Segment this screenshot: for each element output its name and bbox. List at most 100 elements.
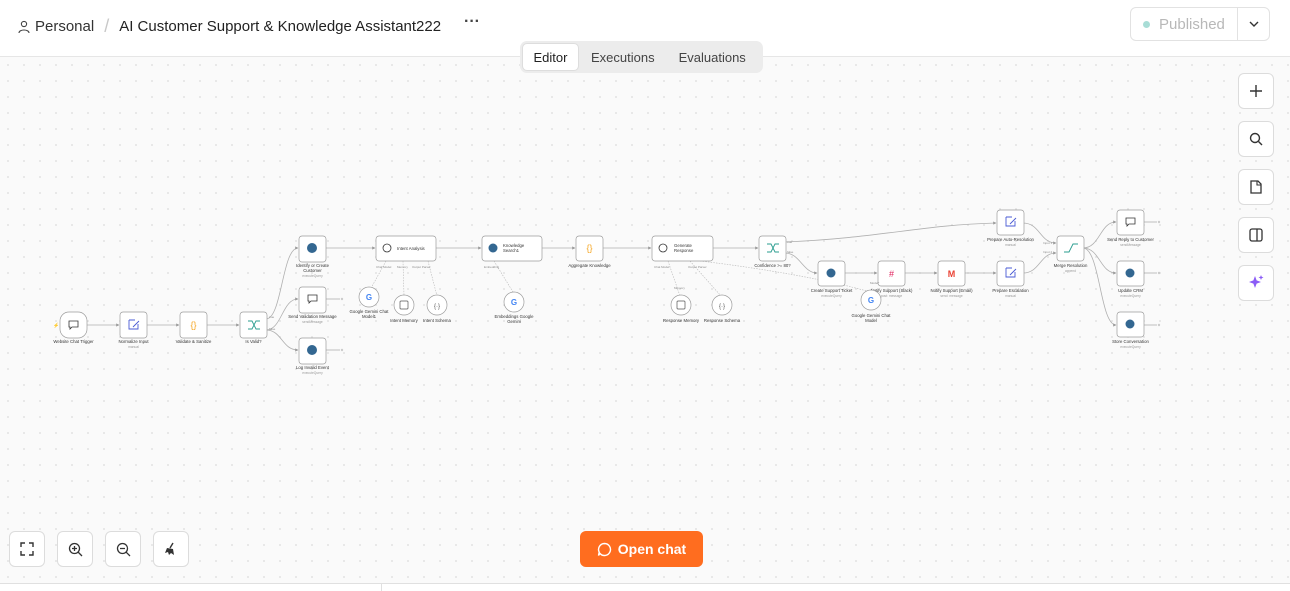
postgres-icon [488,243,498,253]
published-label: Published [1159,15,1225,33]
port-label: Chat Model [654,265,670,269]
node-subtitle: append [1065,269,1076,273]
more-horizontal-icon[interactable]: ··· [462,14,482,34]
node-embeddings-gemini[interactable]: G Embeddings Google Gemini [495,291,535,324]
chat-bubble-icon [597,542,611,556]
node-subtitle: manual [1005,294,1016,298]
zoom-out-button[interactable] [105,531,141,567]
publish-control: Published [1130,7,1270,41]
schema-icon: {·} [719,304,725,310]
node-intent-memory[interactable]: Intent Memory [390,294,419,323]
node-intent-schema[interactable]: {·} Intent Schema [423,294,451,323]
node-send-validation-message[interactable]: Send Validation Message sendMessage [288,286,337,324]
tab-editor[interactable]: Editor [522,43,579,71]
ai-assistant-button[interactable] [1238,265,1274,301]
code-icon: {} [190,320,196,330]
node-label: Intent Memory [390,318,418,323]
person-icon [18,20,30,33]
node-subtitle: executeQuery [1120,294,1141,298]
node-update-crm[interactable]: Update CRM executeQuery [1116,260,1145,298]
fullscreen-icon [20,542,34,556]
node-normalize-input[interactable]: Normalize Input manual [118,311,149,349]
sticky-note-button[interactable] [1238,169,1274,205]
node-prepare-auto-resolution[interactable]: Prepare Auto-Resolution manual [987,209,1035,247]
node-website-chat-trigger[interactable]: Website Chat Trigger [53,311,94,344]
zoom-in-icon [68,542,82,556]
node-label: Website Chat Trigger [53,339,94,344]
node-subtitle: post: message [881,294,903,298]
node-subtitle: manual [1005,243,1016,247]
node-label: Customer [303,268,322,273]
port-label-true: true [269,315,275,319]
breadcrumb-separator: / [104,16,110,36]
publish-dropdown-button[interactable] [1238,8,1269,40]
node-subtitle: executeQuery [1120,345,1141,349]
node-intent-analysis[interactable]: Intent Analysis Chat Model Memory Output… [375,235,437,269]
schema-icon: {·} [434,304,440,310]
node-label: Store Conversation [1112,339,1149,344]
search-icon [1249,132,1263,146]
tab-evaluations[interactable]: Evaluations [667,43,758,71]
workflow-canvas[interactable]: ⚡ Website Chat Trigger Normalize Input m… [0,57,1290,583]
node-generate-response[interactable]: Generate Response Chat Model Memory Outp… [651,235,714,290]
node-is-valid[interactable]: Is Valid? true false [239,311,276,344]
workflow-title[interactable]: AI Customer Support & Knowledge Assistan… [119,18,441,35]
postgres-icon [307,345,317,355]
published-button[interactable]: Published [1131,8,1238,40]
workspace-link[interactable]: Personal [35,18,94,35]
node-response-memory[interactable]: Response Memory [663,294,700,323]
trigger-indicator-icon: ⚡ [53,322,59,329]
port-label-false: false [787,250,794,254]
node-create-support-ticket[interactable]: Create Support Ticket executeQuery [811,260,853,298]
open-chat-button[interactable]: Open chat [580,531,703,567]
breadcrumb: Personal / AI Customer Support & Knowled… [18,16,441,37]
node-send-reply[interactable]: Send Reply to Customer sendMessage [1107,209,1154,247]
tab-executions[interactable]: Executions [579,43,667,71]
port-label: Memory [397,265,408,269]
node-label: Is Valid? [245,339,262,344]
node-label: Create Support Ticket [811,288,853,293]
node-confidence[interactable]: Confidence >= 80? true false [754,235,794,268]
zoom-out-icon [116,542,130,556]
node-aggregate-knowledge[interactable]: {} Aggregate Knowledge [568,235,611,268]
sticky-note-icon [1250,180,1262,194]
node-store-conversation[interactable]: Store Conversation executeQuery [1112,311,1149,349]
node-subtitle: executeQuery [302,274,323,278]
open-chat-label: Open chat [617,541,687,557]
code-icon: {} [586,243,592,253]
node-notify-email[interactable]: M Notify Support (Email) send: message [930,260,973,298]
zoom-in-button[interactable] [57,531,93,567]
node-subtitle: sendMessage [1120,243,1141,247]
node-label: Send Reply to Customer [1107,237,1154,242]
search-nodes-button[interactable] [1238,121,1274,157]
node-log-invalid-event[interactable]: Log Invalid Event executeQuery [296,337,330,375]
port-label: Embedding [484,265,500,269]
node-label: Send Validation Message [288,314,337,319]
node-validate-sanitize[interactable]: {} Validate & Sanitize [176,311,212,344]
sub-connections [369,260,871,297]
tidy-up-button[interactable] [153,531,189,567]
bottom-panel-edge [0,583,1290,591]
toggle-panel-button[interactable] [1238,217,1274,253]
add-node-button[interactable] [1238,73,1274,109]
node-label: Update CRM [1118,288,1143,293]
node-identify-customer[interactable]: Identify or Create Customer executeQuery [296,235,330,278]
node-label: Prepare Auto-Resolution [987,237,1034,242]
port-label-true: true [787,240,793,244]
node-response-schema[interactable]: {·} Response Schema [704,294,741,323]
plus-icon [1250,85,1262,97]
node-prepare-escalation[interactable]: Prepare Escalation manual [992,260,1029,298]
node-gemini-chat-model1[interactable]: G Google Gemini Chat Model1 [350,286,390,319]
node-label: Search1 [503,248,520,253]
postgres-icon [1125,319,1135,329]
status-dot [1143,20,1150,28]
node-subtitle: executeQuery [302,371,323,375]
postgres-icon [1125,268,1135,278]
port-label-false: false [269,327,276,331]
node-subtitle: manual [128,345,139,349]
fit-view-button[interactable] [9,531,45,567]
node-knowledge-search[interactable]: Knowledge Search1 Embedding [481,235,543,269]
node-label: Validate & Sanitize [176,339,212,344]
node-subtitle: executeQuery [821,294,842,298]
port-label: Model* [870,281,880,285]
